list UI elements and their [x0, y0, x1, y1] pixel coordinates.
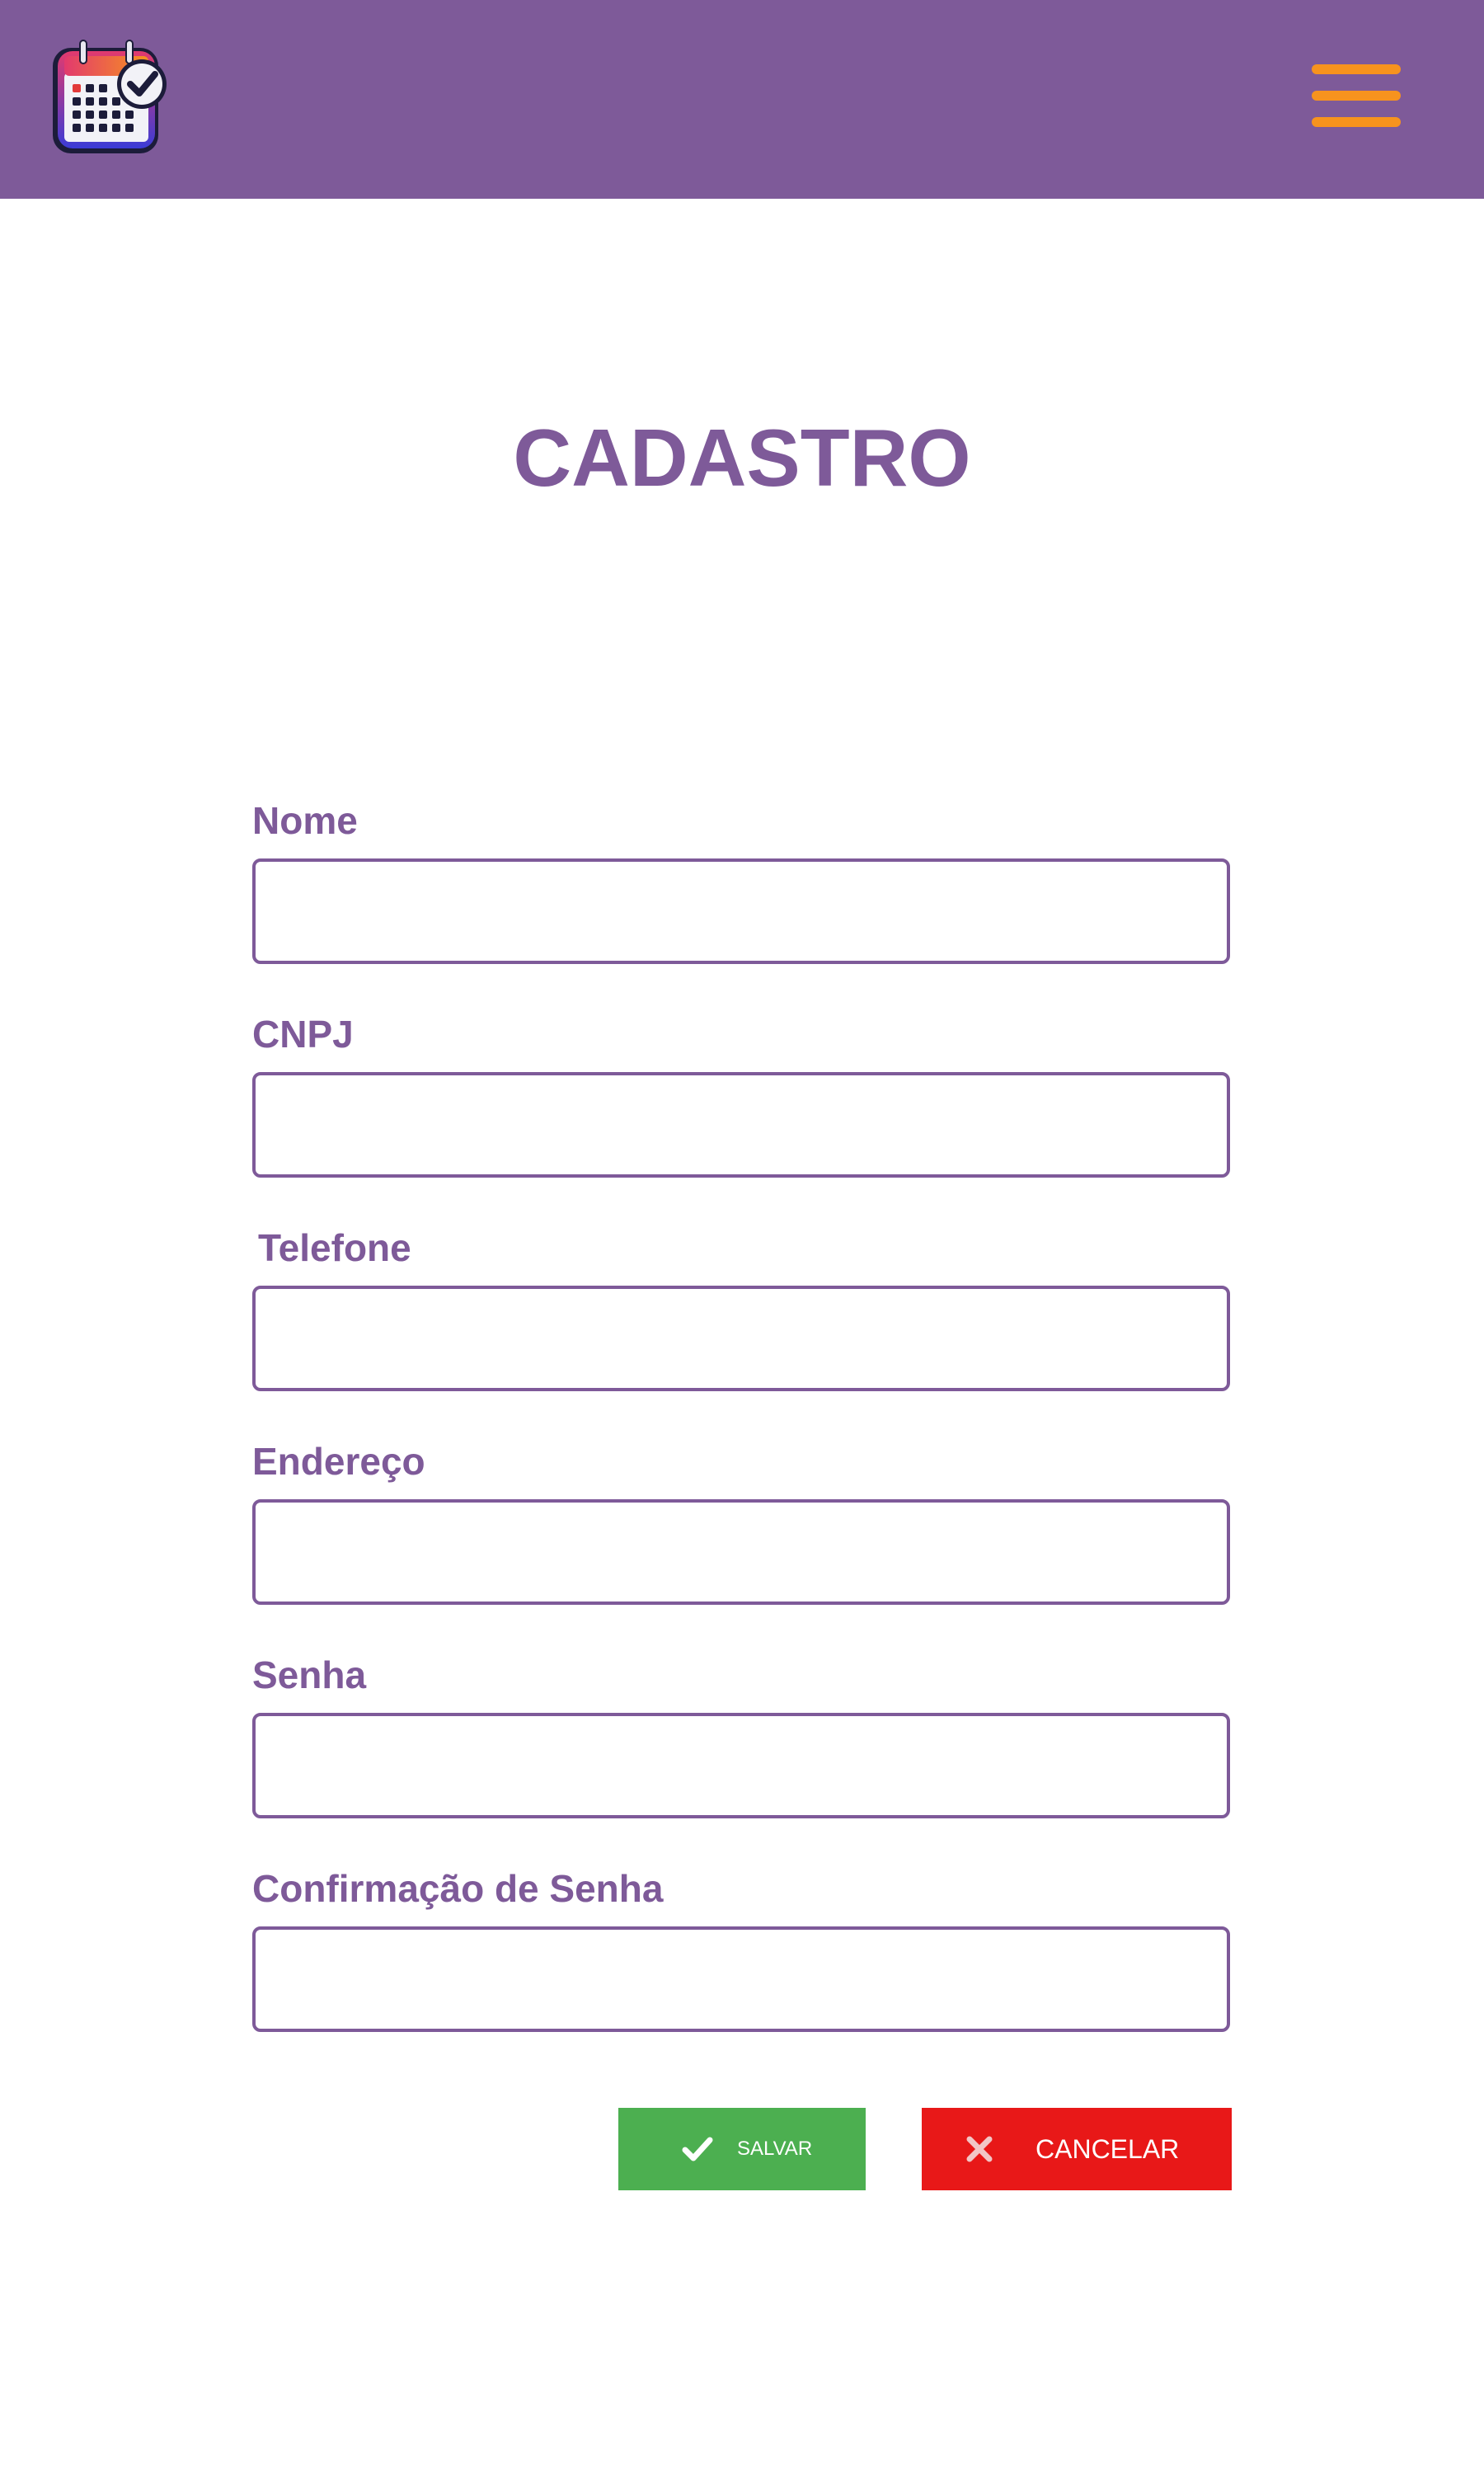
app-header: [0, 0, 1484, 199]
close-icon: [963, 2133, 996, 2166]
cnpj-label: CNPJ: [252, 1013, 354, 1056]
cnpj-input[interactable]: [252, 1072, 1230, 1178]
save-button[interactable]: SALVAR: [618, 2108, 866, 2190]
cancel-button[interactable]: CANCELAR: [922, 2108, 1232, 2190]
senha-input[interactable]: [252, 1713, 1230, 1818]
save-button-label: SALVAR: [737, 2138, 813, 2160]
menu-bar: [1312, 117, 1401, 127]
confirmacao-senha-label: Confirmação de Senha: [252, 1867, 664, 1910]
endereco-input[interactable]: [252, 1499, 1230, 1605]
page-title: CADASTRO: [513, 412, 971, 503]
telefone-input[interactable]: [252, 1286, 1230, 1391]
menu-bar: [1312, 91, 1401, 101]
senha-label: Senha: [252, 1653, 367, 1696]
check-icon: [681, 2133, 714, 2166]
menu-bar: [1312, 64, 1401, 74]
hamburger-menu-icon[interactable]: [1307, 59, 1406, 142]
nome-input[interactable]: [252, 858, 1230, 964]
nome-label: Nome: [252, 799, 358, 842]
calendar-check-icon[interactable]: [48, 36, 173, 162]
confirmacao-senha-input[interactable]: [252, 1926, 1230, 2032]
telefone-label: Telefone: [258, 1226, 411, 1269]
endereco-label: Endereço: [252, 1440, 425, 1483]
cancel-button-label: CANCELAR: [1036, 2133, 1180, 2164]
